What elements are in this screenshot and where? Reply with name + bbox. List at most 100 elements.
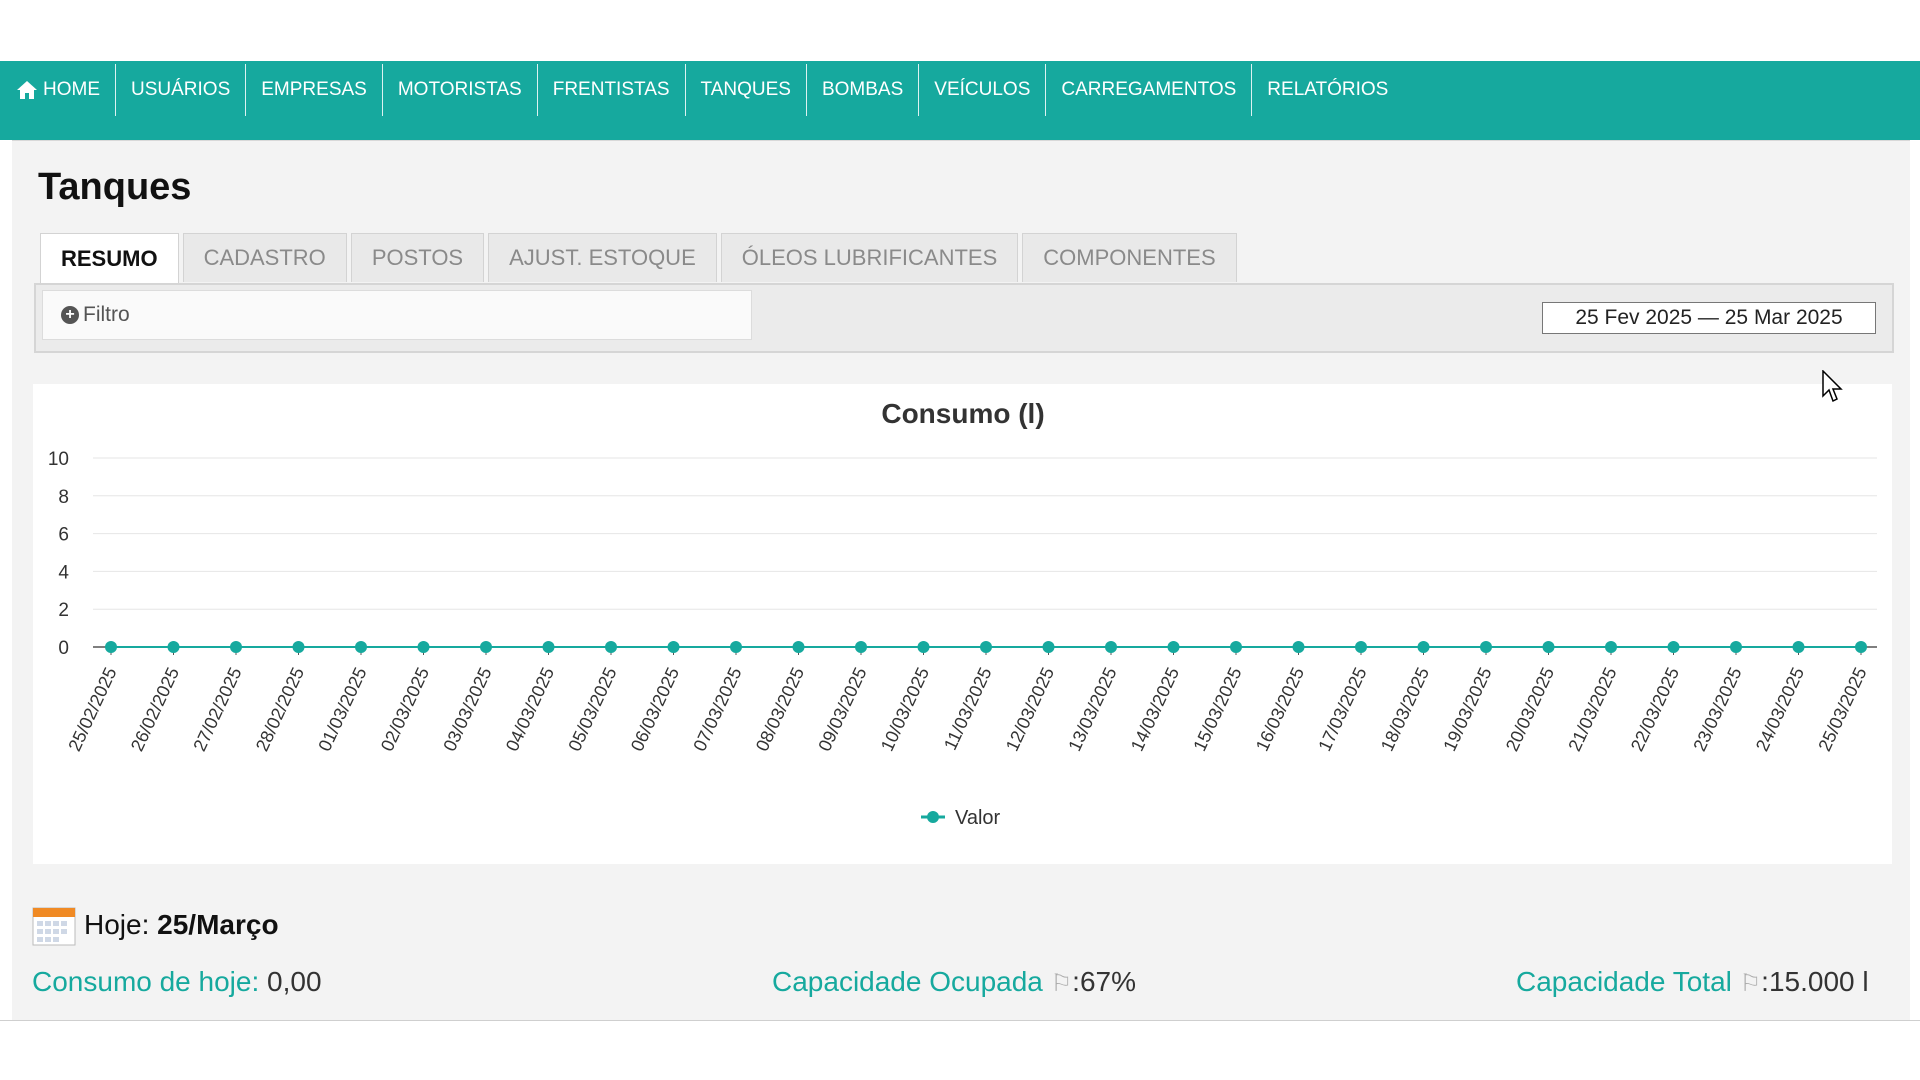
nav-item-label: CARREGAMENTOS (1061, 79, 1237, 100)
x-tick-label: 20/03/2025 (1502, 664, 1558, 754)
x-tick-label: 12/03/2025 (1002, 664, 1058, 754)
data-point (1292, 641, 1305, 653)
nav-item-label: FRENTISTAS (552, 79, 670, 100)
today-value: 25/Março (157, 909, 279, 940)
today-label: Hoje: (84, 909, 150, 940)
page-title: Tanques (38, 166, 192, 208)
nav-item-tanques[interactable]: TANQUES (686, 64, 807, 116)
x-tick-label: 15/03/2025 (1189, 664, 1245, 754)
nav-item-label: USUÁRIOS (131, 79, 231, 100)
data-point (1605, 641, 1617, 653)
plus-circle-icon: + (61, 306, 79, 324)
x-tick-label: 21/03/2025 (1564, 664, 1620, 754)
x-tick-label: 14/03/2025 (1127, 664, 1183, 754)
data-point (1417, 641, 1430, 653)
y-tick-label: 0 (58, 638, 69, 659)
stat-label: Consumo de hoje: (32, 966, 260, 997)
tooltip-icon: ⚐ (1739, 970, 1762, 997)
stat-label: Capacidade Ocupada (772, 966, 1043, 997)
nav-item-usuarios[interactable]: USUÁRIOS (116, 64, 247, 116)
x-tick-label: 24/03/2025 (1752, 664, 1808, 754)
x-tick-label: 01/03/2025 (314, 664, 370, 754)
nav-item-empresas[interactable]: EMPRESAS (246, 64, 383, 116)
nav-item-label: VEÍCULOS (934, 79, 1031, 100)
x-tick-label: 28/02/2025 (252, 664, 308, 754)
y-tick-label: 4 (58, 562, 69, 583)
filter-toggle[interactable]: + Filtro (42, 290, 752, 340)
stat-consumo-hoje: Consumo de hoje: 0,00 (32, 966, 322, 998)
nav-item-carregamentos[interactable]: CARREGAMENTOS (1046, 64, 1253, 116)
x-tick-label: 26/02/2025 (127, 664, 183, 754)
y-tick-label: 10 (48, 449, 69, 470)
data-point (1355, 641, 1367, 653)
data-point (1105, 641, 1117, 653)
chart-card: Consumo (l) 0 2 4 6 8 10 25/02/2025 26/02/2025 27… (33, 384, 1892, 864)
nav-item-label: BOMBAS (821, 79, 904, 100)
x-tick-label: 23/03/2025 (1689, 664, 1745, 754)
data-point (1792, 641, 1805, 653)
x-tick-label: 27/02/2025 (189, 664, 245, 754)
data-point (855, 641, 867, 653)
tab-resumo[interactable]: RESUMO (40, 233, 179, 284)
nav-item-bombas[interactable]: BOMBAS (807, 64, 920, 116)
nav-item-relatorios[interactable]: RELATÓRIOS (1252, 64, 1403, 116)
nav-item-home[interactable]: HOME (0, 64, 116, 116)
date-range-picker[interactable]: 25 Fev 2025 — 25 Mar 2025 (1542, 302, 1876, 334)
nav-item-frentistas[interactable]: FRENTISTAS (538, 64, 686, 116)
data-point (730, 641, 742, 653)
data-point (417, 641, 430, 653)
stat-capacidade-ocupada: Capacidade Ocupada ⚐:67% (772, 966, 1136, 998)
stat-value: 0,00 (267, 966, 322, 997)
data-point (917, 641, 930, 653)
tooltip-icon: ⚐ (1050, 970, 1073, 997)
stat-capacidade-total: Capacidade Total ⚐:15.000 l (1516, 966, 1869, 998)
tab-componentes[interactable]: COMPONENTES (1022, 233, 1237, 282)
x-tick-label: 17/03/2025 (1314, 664, 1370, 754)
y-tick-label: 8 (58, 487, 69, 508)
y-tick-label: 6 (58, 525, 69, 546)
nav-item-label: EMPRESAS (261, 79, 367, 100)
data-point (1230, 641, 1242, 653)
consumo-chart: Consumo (l) 0 2 4 6 8 10 25/02/2025 26/02/2025 27… (48, 398, 1877, 829)
y-tick-label: 2 (58, 600, 69, 621)
x-tick-label: 11/03/2025 (940, 664, 996, 753)
tab-postos[interactable]: POSTOS (350, 233, 485, 282)
x-tick-label: 25/03/2025 (1814, 664, 1870, 754)
tab-ajust-estoque[interactable]: AJUST. ESTOQUE (488, 233, 717, 282)
mouse-cursor-icon (1822, 370, 1843, 403)
x-tick-label: 22/03/2025 (1627, 664, 1683, 754)
tab-oleos-lubrificantes[interactable]: ÓLEOS LUBRIFICANTES (720, 233, 1019, 282)
x-tick-label: 16/03/2025 (1252, 664, 1308, 754)
data-point (1542, 641, 1555, 653)
chart-title: Consumo (l) (881, 398, 1044, 429)
filter-label: Filtro (83, 303, 130, 326)
nav-item-motoristas[interactable]: MOTORISTAS (383, 64, 538, 116)
data-point (980, 641, 992, 653)
nav-item-label: MOTORISTAS (397, 79, 522, 100)
nav-item-veiculos[interactable]: VEÍCULOS (919, 64, 1047, 116)
data-point (667, 641, 680, 653)
stat-value: :15.000 l (1761, 966, 1869, 997)
x-tick-label: 04/03/2025 (502, 664, 558, 754)
nav-item-label: HOME (43, 79, 100, 100)
x-tick-label: 09/03/2025 (814, 664, 870, 754)
data-point (605, 641, 617, 653)
x-tick-label: 06/03/2025 (627, 664, 683, 754)
stat-value: :67% (1072, 966, 1136, 997)
data-point (542, 641, 555, 653)
x-tick-label: 13/03/2025 (1064, 664, 1120, 754)
data-point (1730, 641, 1742, 653)
nav-item-label: TANQUES (700, 79, 791, 100)
x-tick-label: 25/02/2025 (64, 664, 120, 754)
x-tick-label: 19/03/2025 (1439, 664, 1495, 754)
nav-item-label: RELATÓRIOS (1267, 79, 1389, 100)
page-bottom (0, 1021, 1920, 1080)
x-tick-label: 18/03/2025 (1377, 664, 1433, 754)
legend-label: Valor (955, 807, 1001, 829)
main-nav: HOME USUÁRIOS EMPRESAS MOTORISTAS FRENTI… (0, 64, 1403, 116)
legend-marker (927, 811, 939, 823)
tab-bar: RESUMO CADASTRO POSTOS AJUST. ESTOQUE ÓL… (40, 233, 1241, 284)
data-point (167, 641, 180, 653)
tab-cadastro[interactable]: CADASTRO (182, 233, 347, 282)
x-tick-label: 02/03/2025 (377, 664, 433, 754)
